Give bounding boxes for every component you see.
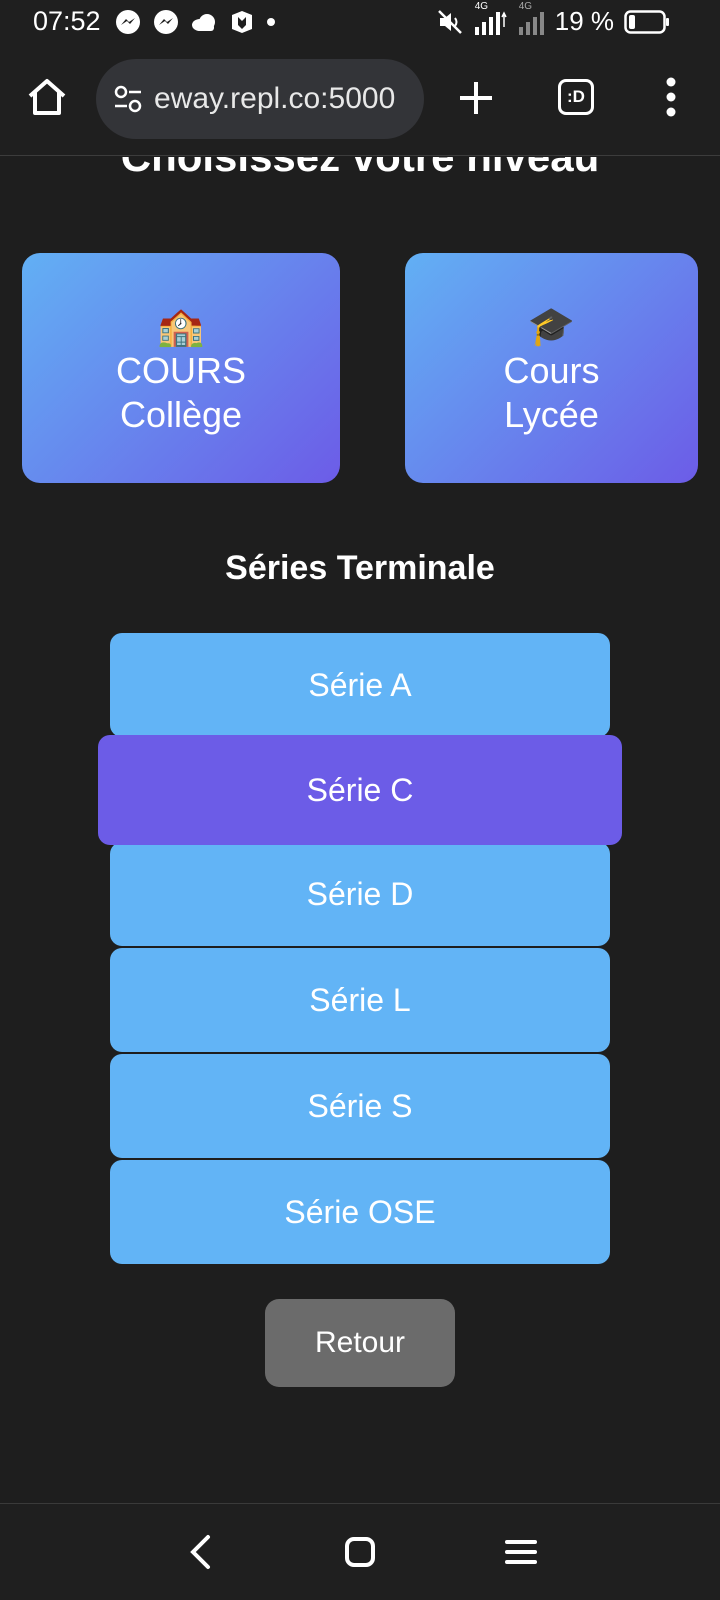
serie-button-c[interactable]: Série C — [98, 735, 622, 845]
level-card-label: Collège — [119, 394, 243, 435]
tab-switcher-label: :D — [567, 87, 585, 106]
serie-button-s[interactable]: Série S — [110, 1054, 610, 1158]
battery-icon — [624, 9, 669, 34]
site-settings-icon[interactable] — [112, 83, 144, 115]
serie-button-ose[interactable]: Série OSE — [110, 1160, 610, 1264]
network-type-label: 4G — [518, 0, 533, 12]
plus-icon[interactable] — [456, 78, 496, 118]
level-card-label: Lycée — [504, 394, 599, 435]
back-button[interactable]: Retour — [265, 1299, 455, 1387]
browser-toolbar: eway.repl.co:5000 :D — [0, 46, 720, 156]
graduation-cap-icon: 🎓 — [527, 306, 576, 348]
network-type-label: 4G — [474, 0, 489, 12]
messenger-icon — [154, 10, 178, 34]
signal-icon: 4G — [473, 1, 507, 37]
home-icon[interactable] — [26, 76, 68, 118]
section-title: Séries Terminale — [225, 549, 495, 587]
system-icons: 4G 4G 19 % — [437, 1, 670, 37]
level-card-label: Cours — [503, 350, 600, 391]
status-time: 07:52 — [33, 6, 101, 36]
app-icon — [232, 11, 252, 33]
page-title: Choisissez votre niveau — [0, 157, 720, 181]
messenger-icon — [116, 10, 140, 34]
status-bar: 07:52 4G 4G 19 % — [0, 0, 720, 46]
dot-icon — [267, 18, 275, 26]
page-content: Choisissez votre niveau 🏫 COURS Collège … — [0, 157, 720, 1503]
serie-button-a[interactable]: Série A — [110, 633, 610, 737]
address-bar[interactable]: eway.repl.co:5000 — [96, 59, 424, 139]
recents-icon[interactable] — [505, 1538, 537, 1566]
serie-button-l[interactable]: Série L — [110, 948, 610, 1052]
tab-switcher-button[interactable]: :D — [558, 79, 594, 115]
level-card-label: COURS — [115, 350, 246, 391]
serie-button-d[interactable]: Série D — [110, 842, 610, 946]
level-card-college[interactable]: 🏫 COURS Collège — [22, 253, 340, 483]
back-icon[interactable] — [186, 1534, 216, 1570]
level-card-lycee[interactable]: 🎓 Cours Lycée — [405, 253, 698, 483]
system-nav-bar — [0, 1503, 720, 1600]
signal-icon: 4G — [517, 1, 545, 37]
mute-icon — [437, 9, 462, 34]
url-text[interactable]: eway.repl.co:5000 — [154, 82, 416, 116]
battery-percent: 19 % — [554, 6, 614, 36]
notification-icons — [115, 9, 275, 35]
school-icon: 🏫 — [157, 306, 205, 348]
more-vert-icon[interactable] — [660, 76, 682, 118]
cloud-icon — [192, 14, 215, 31]
home-square-icon[interactable] — [344, 1536, 376, 1568]
